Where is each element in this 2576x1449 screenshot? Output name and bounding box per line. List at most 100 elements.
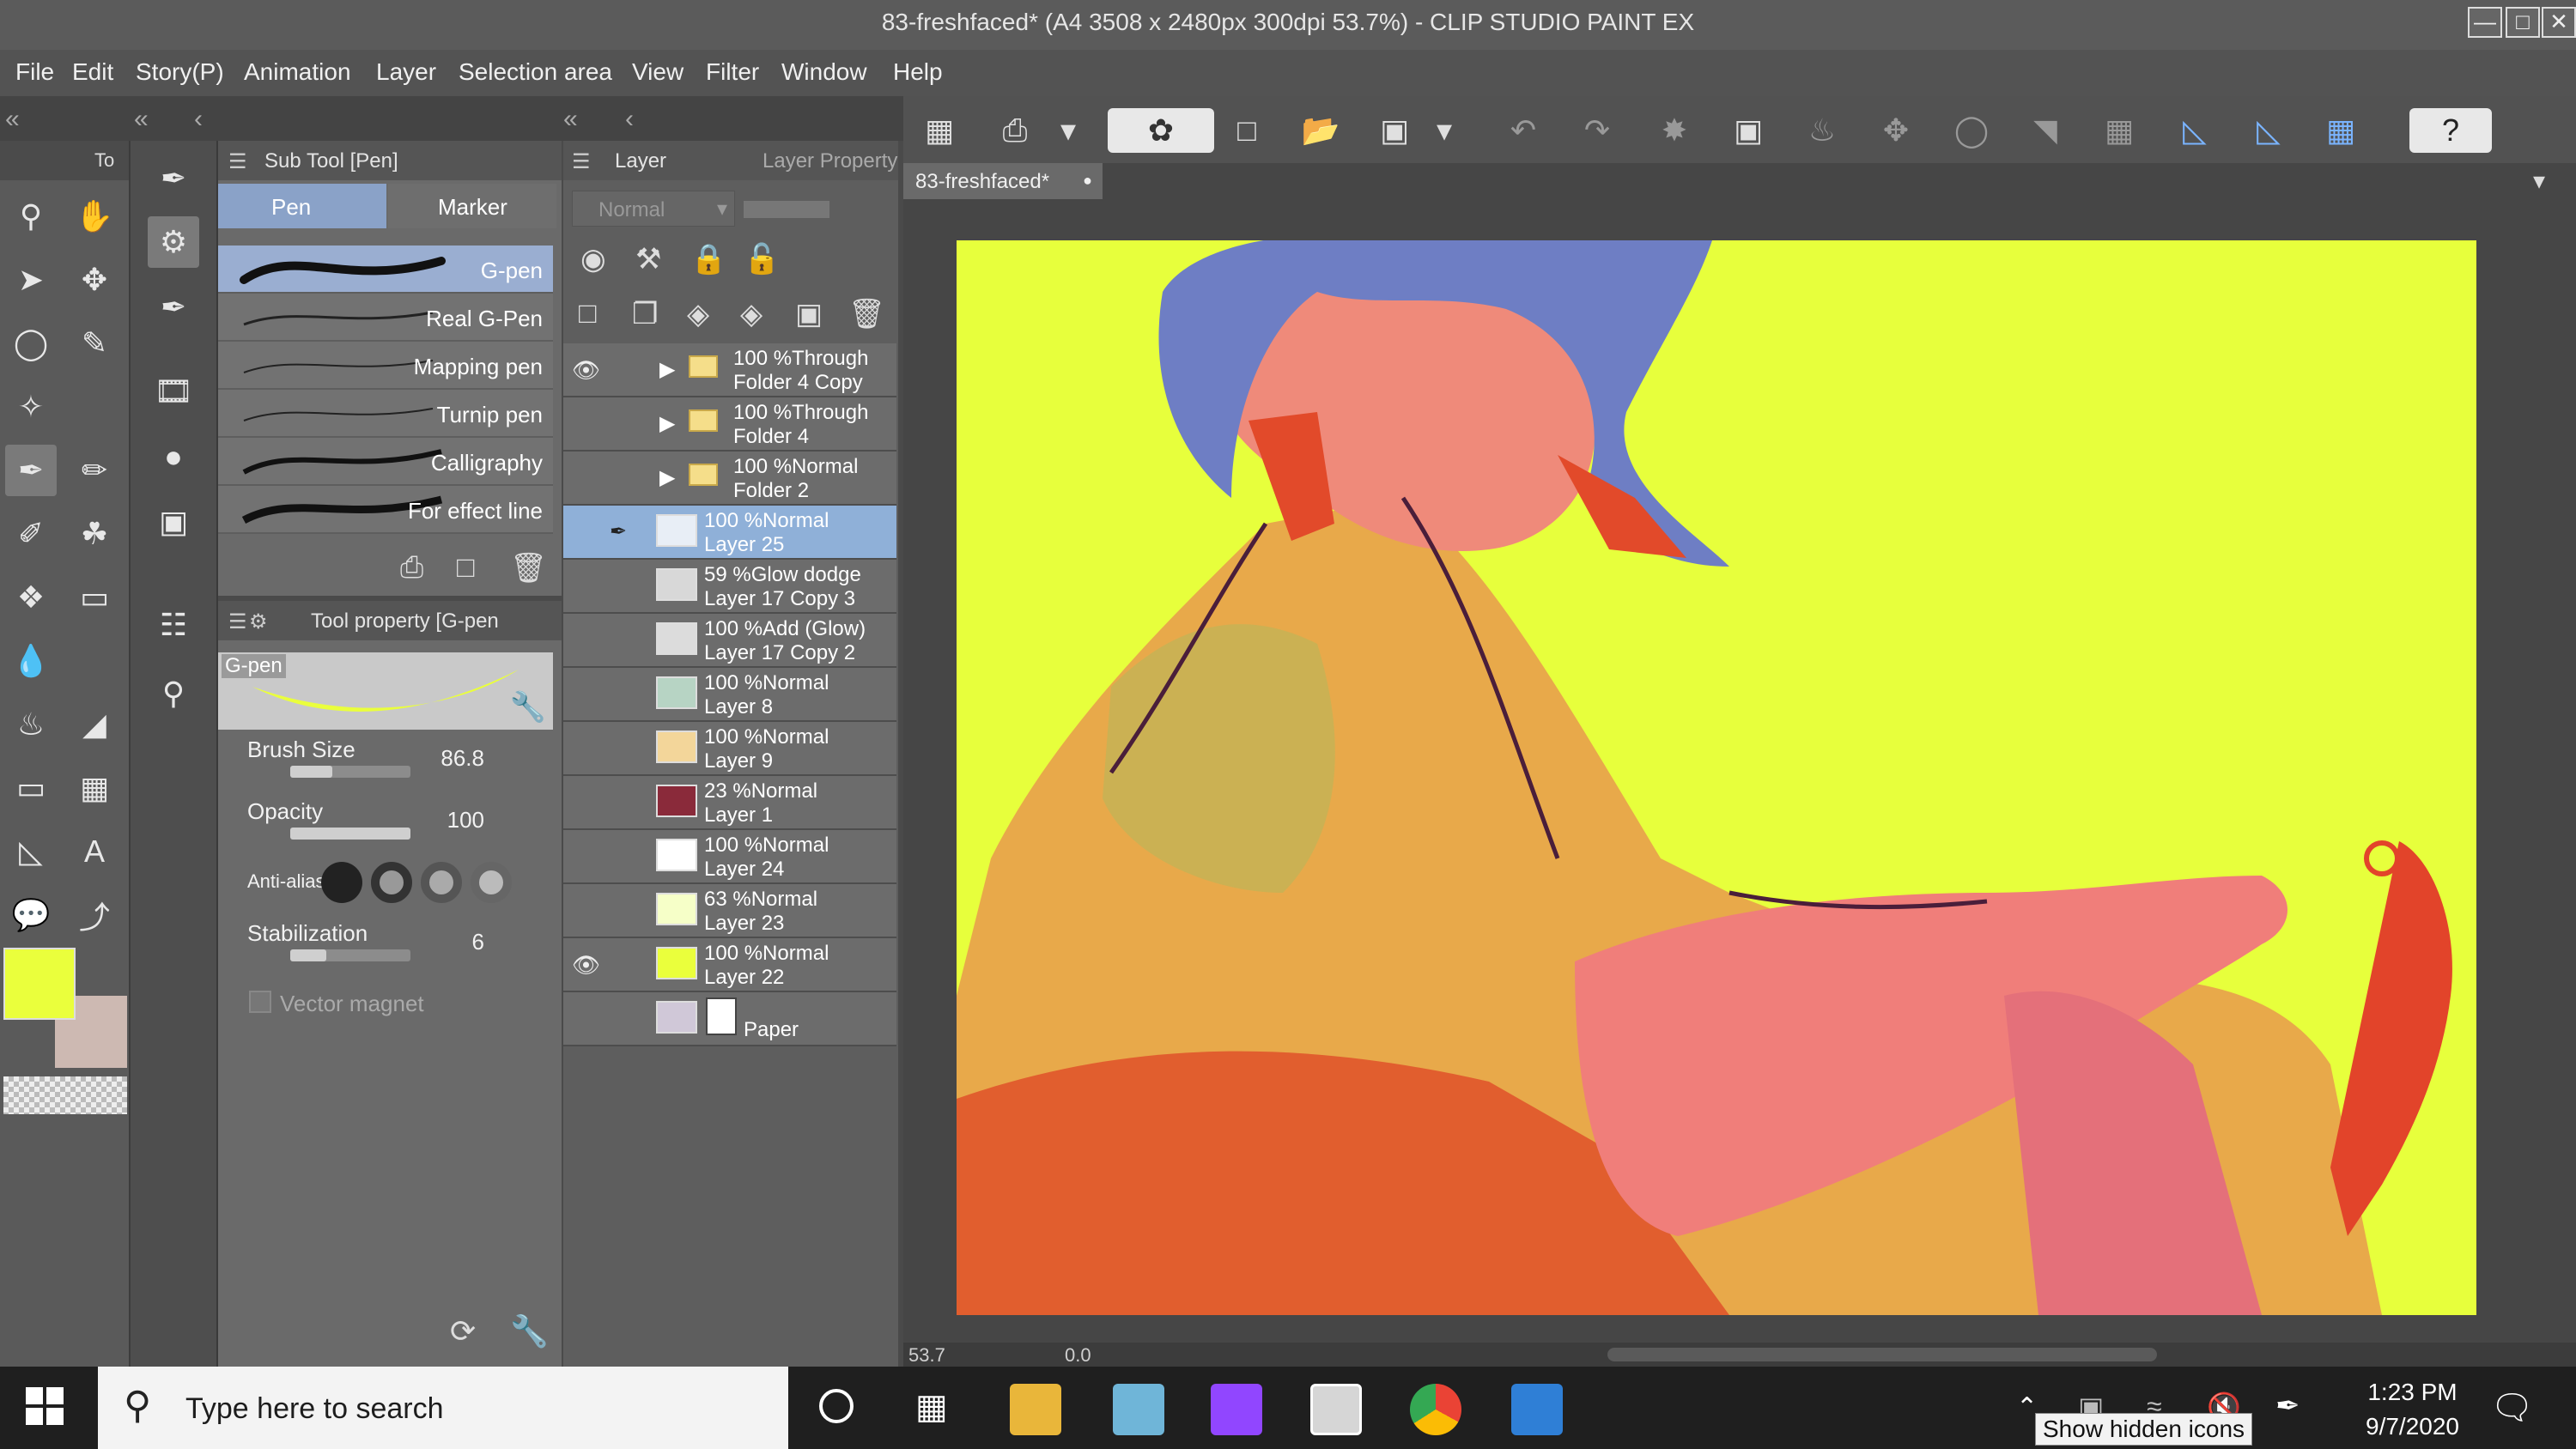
layer-row[interactable]: 63 %Normal Layer 23 [563, 884, 896, 938]
brush-calligraphy[interactable]: Calligraphy [218, 438, 553, 486]
menu-window[interactable]: Window [781, 58, 867, 86]
eyedropper-icon[interactable]: ✎ [69, 318, 120, 369]
layer-row[interactable]: 100 %Normal Layer 24 [563, 830, 896, 884]
pen-subgroup-icon[interactable]: ✒ [148, 282, 199, 333]
eye-icon[interactable]: 👁 [572, 952, 600, 979]
layer-row[interactable]: 👁 100 %Normal Layer 22 [563, 938, 896, 992]
layer-opacity-slider[interactable] [744, 201, 829, 218]
invert-selection-icon[interactable]: ◥ [2023, 108, 2068, 153]
pen-group-icon[interactable]: ✒ [148, 153, 199, 204]
brush-icon[interactable]: ✐ [5, 508, 57, 560]
vector-magnet-checkbox[interactable] [249, 991, 271, 1013]
navigator-icon[interactable]: ▣ [148, 496, 199, 548]
save-icon[interactable]: ▣ [1372, 108, 1417, 153]
artwork-canvas[interactable] [957, 240, 2476, 1315]
layer-row[interactable]: 100 %Add (Glow) Layer 17 Copy 2 [563, 614, 896, 668]
collapse-left-icon[interactable]: « [5, 105, 20, 134]
angle-readout[interactable]: 0.0 [1065, 1344, 1091, 1367]
wrench-icon[interactable]: 🔧 [510, 1313, 549, 1349]
clip-studio-taskbar-icon[interactable] [1310, 1384, 1362, 1435]
chevron-left-icon[interactable]: ‹ [194, 105, 203, 134]
help-icon[interactable]: ? [2409, 108, 2492, 153]
antialias-weak-option[interactable] [371, 862, 412, 903]
mask-icon[interactable]: ▣ [795, 297, 823, 331]
notifications-icon[interactable]: 🗨 [2490, 1387, 2534, 1428]
clear-outside-icon[interactable]: ▣ [1726, 108, 1771, 153]
layer-row[interactable]: 100 %Normal Layer 9 [563, 722, 896, 776]
opacity-value[interactable]: 100 [407, 807, 484, 834]
new-vector-layer-icon[interactable]: ❐ [632, 297, 658, 331]
tab-pen[interactable]: Pen [218, 184, 386, 228]
pen-settings-icon[interactable]: ⚙ [148, 216, 199, 268]
lasso-icon[interactable]: ◯ [5, 318, 57, 369]
new-subtool-icon[interactable]: □ [457, 551, 475, 585]
merge-down-icon[interactable]: ◈ [740, 297, 762, 331]
blend-mode-select[interactable]: Normal ▾ [572, 191, 735, 227]
brush-size-slider[interactable] [290, 766, 410, 778]
brush-real-g-pen[interactable]: Real G-Pen [218, 294, 553, 342]
correct-line-icon[interactable]: ⤴ [69, 889, 120, 941]
chevron-down-icon[interactable]: ▾ [1046, 108, 1091, 153]
delete-layer-icon[interactable]: 🗑 [848, 297, 885, 331]
expand-folder-icon[interactable]: ▶ [659, 357, 675, 382]
expand-folder-icon[interactable]: ▶ [659, 465, 675, 490]
brush-turnip-pen[interactable]: Turnip pen [218, 390, 553, 438]
fill-icon[interactable]: ♨ [5, 699, 57, 750]
blend-icon[interactable]: 💧 [5, 635, 57, 687]
gear-icon[interactable]: ⚙ [249, 609, 268, 634]
chevron-down-icon[interactable]: ▾ [2533, 167, 2545, 195]
gradient-icon[interactable]: ◢ [69, 699, 120, 750]
minimize-button[interactable]: — [2468, 7, 2502, 38]
menu-story[interactable]: Story(P) [136, 58, 224, 86]
panel-menu-icon[interactable]: ☰ [572, 149, 591, 174]
cortana-icon[interactable] [819, 1389, 854, 1423]
task-view-icon[interactable]: ▦ [915, 1387, 948, 1427]
fill-icon[interactable]: ♨ [1800, 108, 1844, 153]
show-selection-icon[interactable]: ▦ [2097, 108, 2142, 153]
expand-folder-icon[interactable]: ▶ [659, 411, 675, 436]
wrench-icon[interactable]: 🔧 [510, 690, 546, 724]
horizontal-scrollbar[interactable] [1607, 1348, 2157, 1361]
zoom-icon[interactable]: ⚲ [5, 191, 57, 242]
search-icon[interactable]: ⚲ [148, 668, 199, 719]
menu-layer[interactable]: Layer [376, 58, 436, 86]
pen-workspace-icon[interactable]: ✒ [2275, 1389, 2300, 1423]
move-layer-icon[interactable]: ✥ [69, 254, 120, 306]
antialias-none-option[interactable] [321, 862, 362, 903]
pencil-icon[interactable]: ✏ [69, 445, 120, 496]
delete-subtool-icon[interactable]: 🗑 [510, 551, 547, 585]
deselect-icon[interactable]: ◯ [1949, 108, 1994, 153]
menu-edit[interactable]: Edit [72, 58, 113, 86]
menu-selection[interactable]: Selection area [459, 58, 612, 86]
material-icon[interactable]: ☷ [148, 599, 199, 651]
transparent-color-swatch[interactable] [3, 1076, 127, 1114]
frame-icon[interactable]: ▦ [69, 762, 120, 814]
eraser-icon[interactable]: ▭ [69, 572, 120, 623]
new-raster-layer-icon[interactable]: □ [579, 297, 597, 330]
reset-icon[interactable]: ⟳ [450, 1313, 476, 1349]
zoom-readout[interactable]: 53.7 [908, 1344, 945, 1367]
taskbar-search[interactable]: ⚲ Type here to search [98, 1367, 788, 1449]
antialias-medium-option[interactable] [421, 862, 462, 903]
figure-icon[interactable]: ▭ [5, 762, 57, 814]
hand-icon[interactable]: ✋ [69, 191, 120, 242]
collapse-left-icon[interactable]: « [563, 105, 578, 134]
layer-row[interactable]: ▶ 100 %Through Folder 4 [563, 397, 896, 452]
decoration-icon[interactable]: ❖ [5, 572, 57, 623]
menu-help[interactable]: Help [893, 58, 943, 86]
brush-size-value[interactable]: 86.8 [407, 745, 484, 772]
magic-wand-icon[interactable]: ✧ [5, 381, 57, 433]
layer-color-icon[interactable]: ◉ [580, 242, 606, 276]
assets-icon[interactable]: ✿ [1108, 108, 1214, 153]
chevron-down-icon[interactable]: ▾ [1422, 108, 1467, 153]
taskbar-clock[interactable]: 1:23 PM 9/7/2020 [2366, 1375, 2459, 1444]
clear-icon[interactable]: ✸ [1652, 108, 1697, 153]
clip-studio-icon[interactable]: ⎙ [993, 108, 1037, 153]
brush-g-pen[interactable]: G-pen [218, 246, 553, 294]
chevron-left-icon[interactable]: ‹ [625, 105, 634, 134]
balloon-icon[interactable]: 💬 [5, 889, 57, 941]
brush-mapping-pen[interactable]: Mapping pen [218, 342, 553, 390]
snap-special-ruler-icon[interactable]: ◺ [2246, 108, 2291, 153]
menu-file[interactable]: File [15, 58, 54, 86]
tab-layer[interactable]: Layer [615, 149, 666, 173]
